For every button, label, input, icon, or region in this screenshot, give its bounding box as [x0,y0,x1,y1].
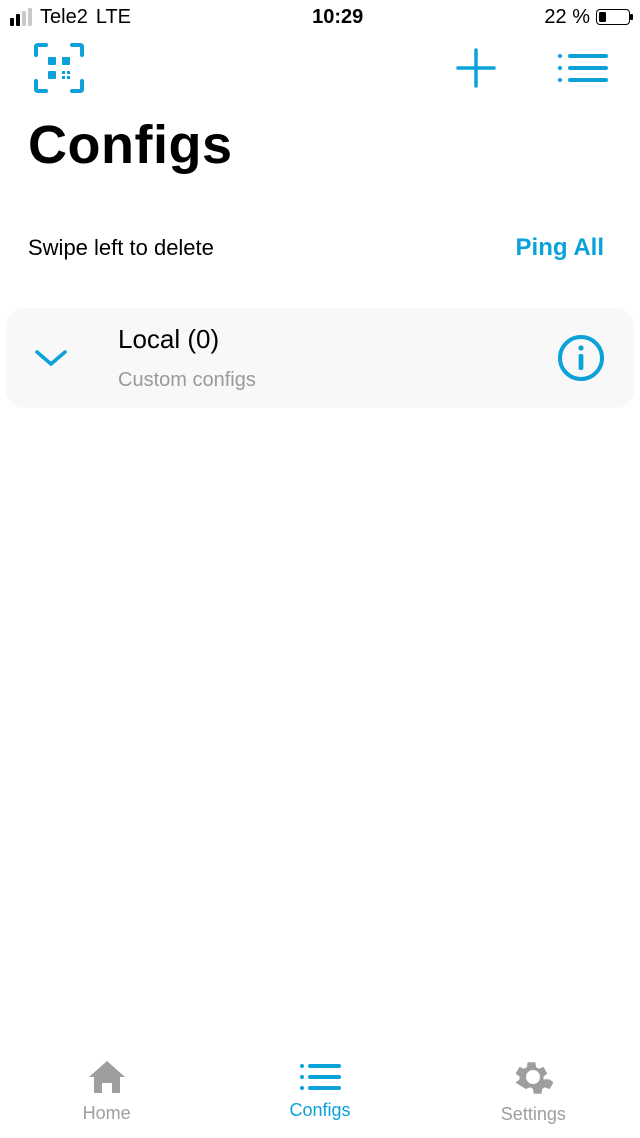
config-group-card[interactable]: Local (0) Custom configs [6,308,634,408]
tab-settings-label: Settings [501,1104,566,1125]
config-group-subtitle: Custom configs [118,369,556,392]
tab-configs-label: Configs [289,1100,350,1121]
list-icon [297,1060,343,1094]
status-right: 22 % [544,6,630,29]
tab-bar: Home Configs Settings [0,1042,640,1138]
page-title: Configs [0,106,640,176]
menu-button[interactable] [554,48,610,88]
list-icon [554,48,610,88]
chevron-down-icon [34,348,68,368]
config-group-title: Local (0) [118,324,556,355]
status-time: 10:29 [312,6,363,29]
tab-settings[interactable]: Settings [427,1042,640,1138]
toolbar-right [454,46,610,90]
qr-scan-button[interactable] [30,39,88,97]
home-icon [85,1057,129,1097]
config-group-texts: Local (0) Custom configs [94,324,556,392]
battery-icon [596,9,630,25]
tab-configs[interactable]: Configs [213,1042,426,1138]
status-left: Tele2 LTE [10,6,131,29]
info-button[interactable] [556,333,606,383]
add-button[interactable] [454,46,498,90]
battery-percent: 22 % [544,6,590,29]
status-bar: Tele2 LTE 10:29 22 % [0,0,640,30]
expand-toggle[interactable] [34,348,94,368]
network-label: LTE [96,6,131,29]
swipe-hint: Swipe left to delete [28,235,214,261]
sub-header-row: Swipe left to delete Ping All [0,176,640,262]
carrier-label: Tele2 [40,6,88,29]
qr-scan-icon [30,39,88,97]
ping-all-button[interactable]: Ping All [516,234,604,262]
toolbar [0,30,640,106]
signal-icon [10,8,32,26]
tab-home-label: Home [83,1103,131,1124]
tab-home[interactable]: Home [0,1042,213,1138]
gear-icon [512,1056,554,1098]
info-icon [556,333,606,383]
plus-icon [454,46,498,90]
